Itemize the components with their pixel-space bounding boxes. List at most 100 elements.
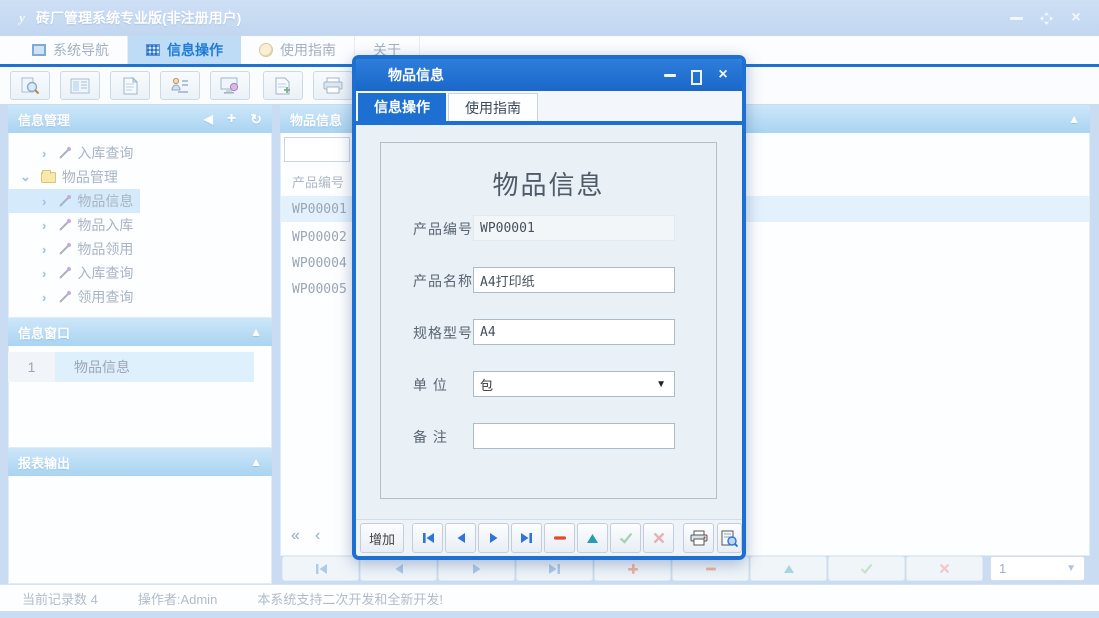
add-button[interactable]: 增加 (360, 523, 404, 553)
window-restore-icon[interactable] (1037, 9, 1055, 27)
tab-info-operation[interactable]: 信息操作 (128, 36, 241, 64)
nav-prev-icon[interactable] (445, 523, 476, 553)
panel-header-report-output[interactable]: 报表输出 ▲ (8, 448, 272, 476)
field-row-unit: 单 位 包 ▼ (381, 371, 716, 397)
user-chart-icon[interactable] (160, 71, 200, 100)
panel-title: 信息管理 (18, 110, 70, 129)
edit-up-icon[interactable] (577, 523, 608, 553)
grid-column-header[interactable]: 产品编号 (292, 172, 344, 191)
tool-icon (58, 266, 72, 280)
field-row-remark: 备 注 (381, 423, 716, 449)
printer-icon[interactable] (313, 71, 353, 100)
tree-item-inbound-query2[interactable]: › 入库查询 (8, 261, 272, 285)
report-output-panel (8, 476, 272, 584)
print-icon[interactable] (683, 523, 714, 553)
chevron-right-icon: › (42, 194, 46, 209)
field-row-product-name: 产品名称 (381, 267, 716, 293)
panel-header-info-mgmt[interactable]: 信息管理 ◀ + ↻ (8, 105, 272, 133)
remark-field[interactable] (473, 423, 675, 449)
grid-page-select[interactable]: 1 ▼ (990, 556, 1085, 581)
titlebar: y 砖厂管理系统专业版(非注册用户) × (0, 0, 1099, 36)
panel-refresh-icon[interactable]: ↻ (250, 112, 262, 126)
doc-add-icon[interactable] (263, 71, 303, 100)
dialog-titlebar[interactable]: 物品信息 × (356, 59, 742, 91)
dialog-minimize-icon[interactable] (661, 66, 679, 84)
grid-icon (146, 44, 160, 56)
app-title: 砖厂管理系统专业版(非注册用户) (36, 8, 241, 28)
tool-icon (58, 290, 72, 304)
app-window: y 砖厂管理系统专业版(非注册用户) × 系统导航 信息操作 使用指南 关于 (0, 0, 1099, 618)
dialog-tab-user-guide[interactable]: 使用指南 (448, 93, 538, 121)
grid-cancel-icon[interactable] (906, 556, 983, 581)
form-heading: 物品信息 (381, 165, 716, 202)
unit-select[interactable]: 包 ▼ (473, 371, 675, 397)
tree-item-item-mgmt-folder[interactable]: ⌄ 物品管理 (8, 165, 272, 189)
delete-minus-icon[interactable] (544, 523, 575, 553)
search-icon[interactable] (10, 71, 50, 100)
spec-model-field[interactable] (473, 319, 675, 345)
panel-header-info-window[interactable]: 信息窗口 ▲ (8, 318, 272, 346)
tool-icon (58, 242, 72, 256)
grid-page-value: 1 (999, 561, 1006, 576)
folder-icon (41, 172, 56, 183)
panel-title: 报表输出 (18, 453, 70, 472)
dialog-footer: 增加 (356, 519, 742, 556)
tree-item-label: 物品领用 (77, 239, 133, 259)
dialog-tab-info-operation[interactable]: 信息操作 (358, 93, 446, 121)
chevron-right-icon: › (42, 242, 46, 257)
window-minimize-icon[interactable] (1007, 9, 1025, 27)
panel-collapse-left-icon[interactable]: ◀ (204, 113, 213, 125)
dialog-tabbar: 信息操作 使用指南 (356, 91, 742, 121)
tree-item-inbound-query[interactable]: › 入库查询 (8, 141, 272, 165)
nav-first-icon[interactable] (412, 523, 443, 553)
tree-item-item-info[interactable]: › 物品信息 (8, 189, 272, 213)
tool-icon (58, 194, 72, 208)
grid-nav-first-icon[interactable] (282, 556, 359, 581)
product-name-field[interactable] (473, 267, 675, 293)
document-icon[interactable] (110, 71, 150, 100)
field-label: 规格型号 (413, 323, 473, 343)
grid-filter-input[interactable] (284, 137, 350, 162)
dropdown-icon: ▼ (656, 379, 666, 390)
monitor-chart-icon[interactable] (210, 71, 250, 100)
chevron-right-icon: › (42, 146, 46, 161)
confirm-check-icon[interactable] (610, 523, 641, 553)
tree-item-item-claim[interactable]: › 物品领用 (8, 237, 272, 261)
collapse-up-icon[interactable]: ▲ (1068, 113, 1080, 125)
tab-system-nav[interactable]: 系统导航 (14, 36, 128, 64)
form-view-icon[interactable] (60, 71, 100, 100)
tree-item-label: 物品管理 (62, 167, 118, 187)
pager-first-icon[interactable]: « (291, 527, 300, 545)
tab-label: 系统导航 (53, 40, 109, 60)
collapse-up-icon[interactable]: ▲ (250, 326, 262, 338)
dialog-close-icon[interactable]: × (714, 66, 732, 84)
product-code-field: WP00001 (473, 215, 675, 241)
pager-prev-icon[interactable]: ‹ (315, 527, 320, 545)
window-close-icon[interactable]: × (1067, 9, 1085, 27)
grid-edit-icon[interactable] (750, 556, 827, 581)
collapse-up-icon[interactable]: ▲ (250, 456, 262, 468)
field-label: 备 注 (413, 427, 448, 447)
grid-confirm-icon[interactable] (828, 556, 905, 581)
form-fieldset: 物品信息 产品编号 WP00001 产品名称 规格型号 单 位 包 (380, 142, 717, 499)
tree-item-item-inbound[interactable]: › 物品入库 (8, 213, 272, 237)
tree-item-claim-query[interactable]: › 领用查询 (8, 285, 272, 309)
dropdown-icon: ▼ (1066, 563, 1076, 574)
item-info-dialog: 物品信息 × 信息操作 使用指南 物品信息 产品编号 WP00001 产品名称 (352, 55, 746, 560)
chevron-right-icon: › (42, 290, 46, 305)
panel-add-icon[interactable]: + (227, 111, 236, 127)
dialog-restore-icon[interactable] (691, 70, 702, 81)
info-window-row[interactable]: 物品信息 (56, 352, 254, 382)
print-preview-icon[interactable] (717, 523, 742, 553)
nav-next-icon[interactable] (478, 523, 509, 553)
tab-user-guide[interactable]: 使用指南 (241, 36, 355, 64)
unit-value: 包 (480, 375, 493, 394)
status-record-count: 当前记录数 4 (22, 589, 98, 608)
tool-icon (58, 218, 72, 232)
nav-last-icon[interactable] (511, 523, 542, 553)
tree-item-label: 物品入库 (77, 215, 133, 235)
field-row-spec-model: 规格型号 (381, 319, 716, 345)
guide-circle-icon (259, 43, 273, 57)
nav-square-icon (32, 44, 46, 56)
cancel-x-icon[interactable] (643, 523, 674, 553)
